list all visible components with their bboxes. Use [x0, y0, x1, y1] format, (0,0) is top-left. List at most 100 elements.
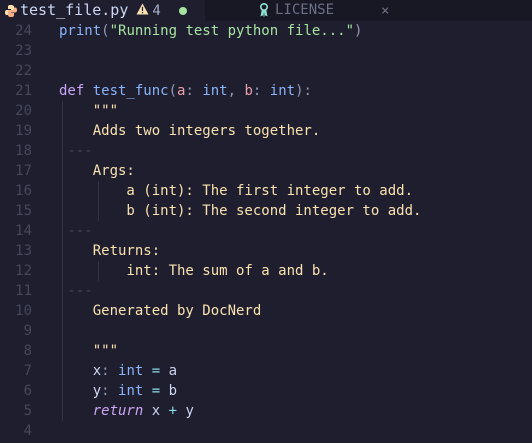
code-text: Args:	[59, 161, 135, 181]
code-line[interactable]: 19 Adds two integers together.	[0, 121, 532, 141]
code-token: (	[101, 23, 110, 39]
code-token: "Running test python file..."	[109, 23, 355, 39]
code-text: ---	[59, 141, 93, 161]
line-number: 16	[15, 183, 32, 199]
tab-license[interactable]: LICENSE ×	[205, 0, 405, 21]
code-token: ---	[59, 143, 93, 159]
code-line[interactable]: 24 print("Running test python file...")	[0, 21, 532, 41]
code-token: """	[59, 103, 119, 119]
code-token: x	[59, 363, 102, 379]
code-line[interactable]: 17 Args:	[0, 161, 532, 181]
line-number: 4	[23, 423, 32, 439]
code-token: a	[168, 363, 178, 379]
code-text: Adds two integers together.	[59, 121, 321, 141]
code-line[interactable]: 4	[0, 421, 532, 441]
indent-guide	[62, 101, 63, 421]
code-token: :	[101, 363, 119, 379]
code-line[interactable]: 10 Generated by DocNerd	[0, 301, 532, 321]
line-number: 24	[15, 23, 32, 39]
line-number: 18	[15, 143, 32, 159]
code-token: b (int): The second integer to add.	[59, 203, 422, 219]
code-token: ---	[59, 283, 93, 299]
code-token: y	[59, 383, 102, 399]
code-line[interactable]: 22	[0, 61, 532, 81]
code-token: b	[244, 83, 253, 99]
line-number: 12	[15, 263, 32, 279]
code-text: ---	[59, 281, 93, 301]
line-number: 10	[15, 303, 32, 319]
line-number: 8	[23, 343, 32, 359]
code-text: """	[59, 101, 118, 121]
code-line[interactable]: 23	[0, 41, 532, 61]
code-token: a (int): The first integer to add.	[59, 183, 414, 199]
code-line[interactable]: 21 def test_func(a: int, b: int):	[0, 81, 532, 101]
code-line[interactable]: 6 y: int = b	[0, 381, 532, 401]
line-number: 20	[15, 103, 32, 119]
code-token: :	[101, 383, 119, 399]
close-icon[interactable]: ×	[381, 3, 389, 19]
line-number: 23	[15, 43, 32, 59]
code-token: :	[252, 83, 270, 99]
code-token: x	[143, 403, 169, 419]
code-token: """	[59, 343, 119, 359]
code-text: x: int = a	[59, 361, 177, 381]
code-token: (	[168, 83, 178, 99]
code-token: Generated by DocNerd	[59, 303, 262, 319]
line-number: 5	[23, 403, 32, 419]
indent-guide	[98, 181, 99, 221]
warnings-indicator[interactable]: 4	[136, 2, 161, 19]
line-number: 14	[15, 223, 32, 239]
code-text: print("Running test python file...")	[59, 21, 362, 41]
line-number: 15	[15, 203, 32, 219]
code-token: :	[185, 83, 203, 99]
code-token: )	[354, 23, 363, 39]
line-number: 6	[23, 383, 32, 399]
line-number: 19	[15, 123, 32, 139]
code-line[interactable]: 11 ---	[0, 281, 532, 301]
code-text: Generated by DocNerd	[59, 301, 262, 321]
code-token: int	[118, 363, 144, 379]
line-number: 7	[23, 363, 32, 379]
tab-test-file[interactable]: test_file.py 4	[0, 0, 205, 21]
code-token: ):	[295, 83, 312, 99]
code-line[interactable]: 14 ---	[0, 221, 532, 241]
code-line[interactable]: 15 b (int): The second integer to add.	[0, 201, 532, 221]
code-line[interactable]: 16 a (int): The first integer to add.	[0, 181, 532, 201]
code-line[interactable]: 12 int: The sum of a and b.	[0, 261, 532, 281]
code-token: ---	[59, 223, 93, 239]
code-token: def	[59, 83, 93, 99]
code-text: ---	[59, 221, 93, 241]
code-token: print	[59, 23, 102, 39]
code-line[interactable]: 5 return x + y	[0, 401, 532, 421]
code-line[interactable]: 13 Returns:	[0, 241, 532, 261]
code-text: Returns:	[59, 241, 160, 261]
code-token: =	[143, 383, 169, 399]
tab-bar: test_file.py 4 LICENSE ×	[0, 0, 532, 21]
modified-dot-icon[interactable]	[178, 6, 187, 15]
code-line[interactable]: 20 """	[0, 101, 532, 121]
line-number: 11	[15, 283, 32, 299]
warning-icon	[136, 3, 149, 19]
tab-title: LICENSE	[275, 2, 335, 18]
code-text: int: The sum of a and b.	[59, 261, 329, 281]
line-number: 13	[15, 243, 32, 259]
code-line[interactable]: 8 """	[0, 341, 532, 361]
code-token: int	[202, 83, 228, 99]
license-icon	[255, 3, 273, 18]
code-text: """	[59, 341, 118, 361]
code-line[interactable]: 18 ---	[0, 141, 532, 161]
warning-count: 4	[152, 2, 161, 19]
code-line[interactable]: 9	[0, 321, 532, 341]
tab-title: test_file.py	[20, 1, 129, 19]
code-token: b	[168, 383, 178, 399]
code-text: b (int): The second integer to add.	[59, 201, 421, 221]
python-icon	[2, 4, 20, 18]
code-token: y	[177, 403, 194, 419]
code-token: ,	[227, 83, 245, 99]
code-line[interactable]: 7 x: int = a	[0, 361, 532, 381]
code-editor[interactable]: 24 print("Running test python file...") 23…	[0, 21, 532, 443]
indent-guide	[98, 261, 99, 281]
code-token: int: The sum of a and b.	[59, 263, 329, 279]
code-token: int	[118, 383, 144, 399]
code-token: +	[168, 403, 178, 419]
